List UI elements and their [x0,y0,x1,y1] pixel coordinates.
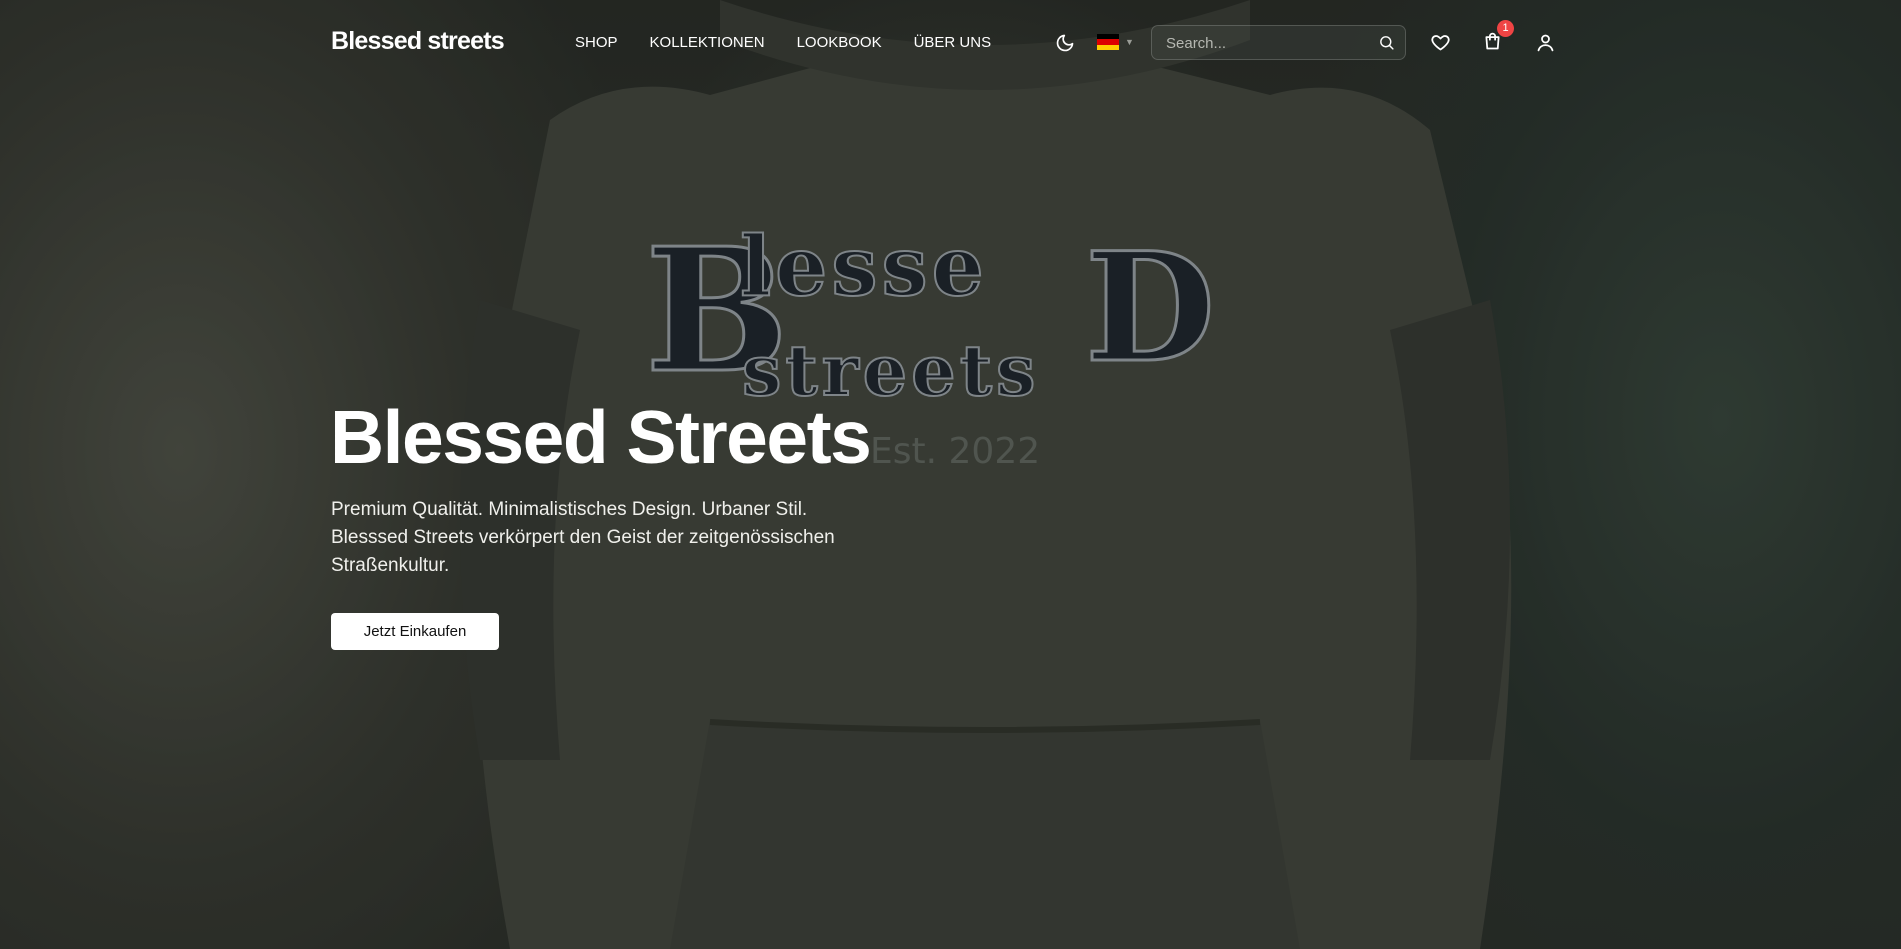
hero-subtitle-line: Straßenkultur. [331,555,450,576]
hero-subtitle-line: Blesssed Streets verkörpert den Geist de… [331,527,835,548]
hero-subtitle: Premium Qualität. Minimalistisches Desig… [331,496,891,580]
hero-title: Blessed Streets [330,395,872,479]
search-icon[interactable] [1378,34,1395,51]
nav-item-shop[interactable]: SHOP [575,34,618,51]
user-icon[interactable] [1535,32,1556,53]
hero-subtitle-line: Premium Qualität. Minimalistisches Desig… [331,499,808,520]
site-logo[interactable]: Blessed streets [331,27,505,56]
cart-count-badge: 1 [1497,20,1514,37]
main-nav: SHOP KOLLEKTIONEN LOOKBOOK ÜBER UNS [575,34,1023,51]
nav-item-kollektionen[interactable]: KOLLEKTIONEN [650,34,765,51]
search-box [1151,25,1406,61]
language-selector[interactable]: ▼ [1097,34,1134,50]
heart-icon[interactable] [1430,32,1451,53]
hero-section: B lesse streets D Est. 2022 Blessed stre… [0,0,1901,949]
hero-overlay [0,0,1901,949]
moon-icon[interactable] [1055,33,1075,53]
nav-item-ueber-uns[interactable]: ÜBER UNS [914,34,992,51]
nav-item-lookbook[interactable]: LOOKBOOK [797,34,882,51]
site-header: Blessed streets SHOP KOLLEKTIONEN LOOKBO… [0,0,1901,86]
chevron-down-icon: ▼ [1125,37,1134,47]
flag-de-icon [1097,34,1119,50]
shop-now-button[interactable]: Jetzt Einkaufen [331,613,499,650]
search-input[interactable] [1164,26,1368,61]
